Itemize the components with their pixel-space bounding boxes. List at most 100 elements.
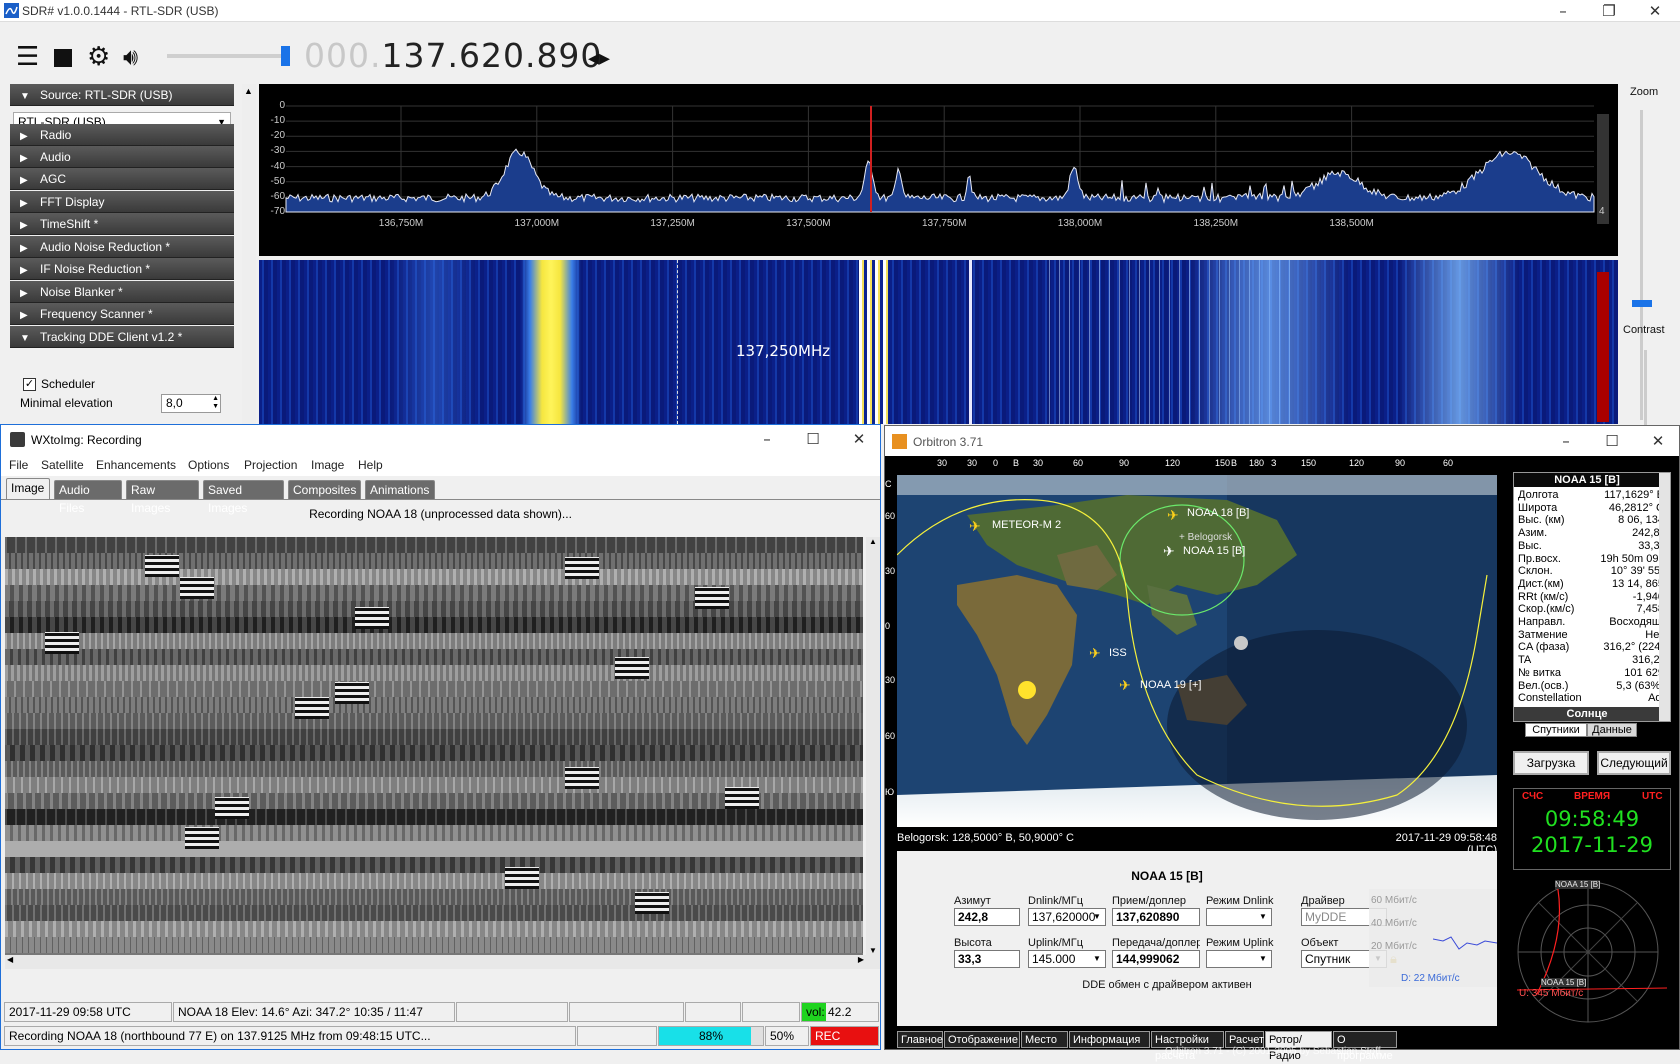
frequency-value: 137.620.890 xyxy=(381,36,603,75)
scroll-up-icon[interactable]: ▲ xyxy=(244,86,253,96)
info-key: Пр.восх. xyxy=(1518,552,1561,565)
scroll-up-icon[interactable]: ▲ xyxy=(869,537,877,546)
sdr-section-label: Audio Noise Reduction * xyxy=(40,240,171,254)
sdr-section-9[interactable]: ▼ Tracking DDE Client v1.2 * xyxy=(10,326,234,348)
clock-label-time: ВРЕМЯ xyxy=(1574,791,1611,802)
close-button[interactable]: ✕ xyxy=(1635,430,1680,452)
orbitron-title-bar: Orbitron 3.71 – ☐ ✕ xyxy=(885,426,1679,456)
minimize-button[interactable]: – xyxy=(1540,0,1586,22)
tab-saved-images[interactable]: Saved Images xyxy=(203,480,284,515)
sdr-section-4[interactable]: ▶ TimeShift * xyxy=(10,213,234,235)
gear-icon[interactable]: ⚙ xyxy=(87,44,110,70)
volume-meter-value: vol: 42.2 xyxy=(806,1005,852,1019)
volume-slider-thumb[interactable] xyxy=(281,46,290,66)
tuning-arrows-icon[interactable]: ◂▸ xyxy=(588,46,610,72)
sdr-section-0[interactable]: ▶ Radio xyxy=(10,124,234,146)
menu-enhancements[interactable]: Enhancements xyxy=(96,458,176,472)
sdr-section-8[interactable]: ▶ Frequency Scanner * xyxy=(10,303,234,325)
rx-field[interactable]: 137,620890 xyxy=(1112,908,1200,926)
close-button[interactable]: ✕ xyxy=(836,428,882,450)
contrast-slider[interactable] xyxy=(1644,350,1647,430)
tab-audio-files[interactable]: Audio Files xyxy=(54,480,122,515)
orbitron-tab-3[interactable]: Информация xyxy=(1069,1031,1150,1048)
longitude-tick: 30 xyxy=(937,458,948,468)
minimize-button[interactable]: – xyxy=(1543,430,1589,452)
menu-options[interactable]: Options xyxy=(188,458,229,472)
stop-icon[interactable] xyxy=(54,49,72,67)
sdr-section-label: TimeShift * xyxy=(40,217,99,231)
azimuth-field[interactable]: 242,8 xyxy=(954,908,1020,926)
volume-slider[interactable] xyxy=(167,54,287,58)
menu-image[interactable]: Image xyxy=(311,458,344,472)
mode-dnlink-select[interactable]: ▼ xyxy=(1206,908,1272,926)
tab-image[interactable]: Image xyxy=(6,478,50,499)
scheduler-checkbox[interactable]: ✓ xyxy=(23,378,36,391)
scheduler-panel: ✓ Scheduler Minimal elevation 8,0 ▲ ▼ xyxy=(10,372,232,424)
mode-uplink-select[interactable]: ▼ xyxy=(1206,950,1272,968)
elevation-field[interactable]: 33,3 xyxy=(954,950,1020,968)
frequency-display[interactable]: 000.137.620.890 xyxy=(304,36,602,75)
scroll-right-icon[interactable]: ▶ xyxy=(858,955,864,964)
tx-field[interactable]: 144,999062 xyxy=(1112,950,1200,968)
scroll-down-icon[interactable]: ▼ xyxy=(869,946,877,955)
image-horizontal-scrollbar[interactable]: ◀ ▶ xyxy=(5,955,880,969)
label-azimuth: Азимут xyxy=(954,895,991,907)
status-satellite: NOAA 18 Elev: 14.6° Azi: 347.2° 10:35 / … xyxy=(173,1002,455,1022)
info-tab-data[interactable]: Данные xyxy=(1587,723,1637,737)
image-vertical-scrollbar[interactable]: ▲ ▼ xyxy=(866,537,880,955)
spectrum-graph xyxy=(285,105,1595,213)
wxtoimg-window: WXtoImg: Recording – ☐ ✕ File Satellite En… xyxy=(0,424,881,1050)
menu-file[interactable]: File xyxy=(9,458,28,472)
orbitron-tab-2[interactable]: Место xyxy=(1021,1031,1068,1048)
world-map[interactable]: ✈ METEOR-M 2 ✈ NOAA 18 [B] + Belogorsk ✈… xyxy=(897,475,1497,827)
load-tle-button[interactable]: Загрузка TLE xyxy=(1513,751,1589,790)
minimize-button[interactable]: – xyxy=(744,428,790,450)
maximize-button[interactable]: ☐ xyxy=(1589,430,1635,452)
side-panel-scrollbar[interactable]: ▲ xyxy=(242,84,256,424)
image-sync-block xyxy=(565,767,599,789)
waterfall-display[interactable]: 137,250MHz xyxy=(259,260,1618,424)
maximize-button[interactable]: ❐ xyxy=(1586,0,1632,22)
info-key: № витка xyxy=(1518,666,1562,679)
dnlink-field[interactable]: 137,620000 ▼ xyxy=(1028,908,1106,926)
scroll-left-icon[interactable]: ◀ xyxy=(7,955,13,964)
longitude-tick: 0 xyxy=(993,458,999,468)
satellite-image[interactable] xyxy=(5,537,863,955)
info-tab-satellites[interactable]: Спутники xyxy=(1525,723,1587,737)
sdr-section-7[interactable]: ▶ Noise Blanker * xyxy=(10,281,234,303)
tab-raw-images[interactable]: Raw Images xyxy=(126,480,199,515)
source-section-header[interactable]: ▼ Source: RTL-SDR (USB) xyxy=(10,84,234,106)
close-button[interactable]: ✕ xyxy=(1632,0,1678,22)
menu-icon[interactable]: ☰ xyxy=(16,44,39,70)
longitude-tick: 30 xyxy=(967,458,978,468)
image-sync-block xyxy=(355,607,389,629)
tab-animations[interactable]: Animations xyxy=(365,480,435,499)
info-key: Выс. xyxy=(1518,539,1542,552)
longitude-tick: 150 xyxy=(1215,458,1231,468)
tab-composites[interactable]: Composites xyxy=(288,480,361,499)
orbitron-tab-1[interactable]: Отображение xyxy=(944,1031,1020,1048)
speaker-icon[interactable]: 🔊︎ xyxy=(123,44,138,70)
sdr-section-3[interactable]: ▶ FFT Display xyxy=(10,191,234,213)
min-elevation-input[interactable]: 8,0 ▲ ▼ xyxy=(161,394,221,413)
orbitron-app-icon xyxy=(892,434,907,449)
menu-help[interactable]: Help xyxy=(358,458,383,472)
orbitron-tab-0[interactable]: Главное xyxy=(897,1031,943,1048)
maximize-button[interactable]: ☐ xyxy=(790,428,836,450)
sdr-section-1[interactable]: ▶ Audio xyxy=(10,146,234,168)
spinner-icon[interactable]: ▲ ▼ xyxy=(212,395,219,411)
menu-satellite[interactable]: Satellite xyxy=(41,458,84,472)
latitude-tick: 60 xyxy=(885,511,896,521)
uplink-field[interactable]: 145.000 ▼ xyxy=(1028,950,1106,968)
zoom-slider-thumb[interactable] xyxy=(1632,300,1652,307)
spectrum-display[interactable]: 0 -10 -20 -30 -40 -50 -60 -70 136,750M 137,000M 13… xyxy=(259,84,1618,256)
zoom-slider[interactable] xyxy=(1640,110,1643,420)
sdr-section-6[interactable]: ▶ IF Noise Reduction * xyxy=(10,258,234,280)
menu-projection[interactable]: Projection xyxy=(244,458,297,472)
info-scrollbar[interactable] xyxy=(1659,473,1670,721)
sdr-section-2[interactable]: ▶ AGC xyxy=(10,168,234,190)
clock-panel: СЧС ВРЕМЯ UTC 09:58:49 2017-11-29 xyxy=(1513,788,1671,870)
sdr-section-5[interactable]: ▶ Audio Noise Reduction * xyxy=(10,236,234,258)
next-button[interactable]: Следующий xyxy=(1597,751,1671,775)
latitude-tick: 30 xyxy=(885,566,896,576)
